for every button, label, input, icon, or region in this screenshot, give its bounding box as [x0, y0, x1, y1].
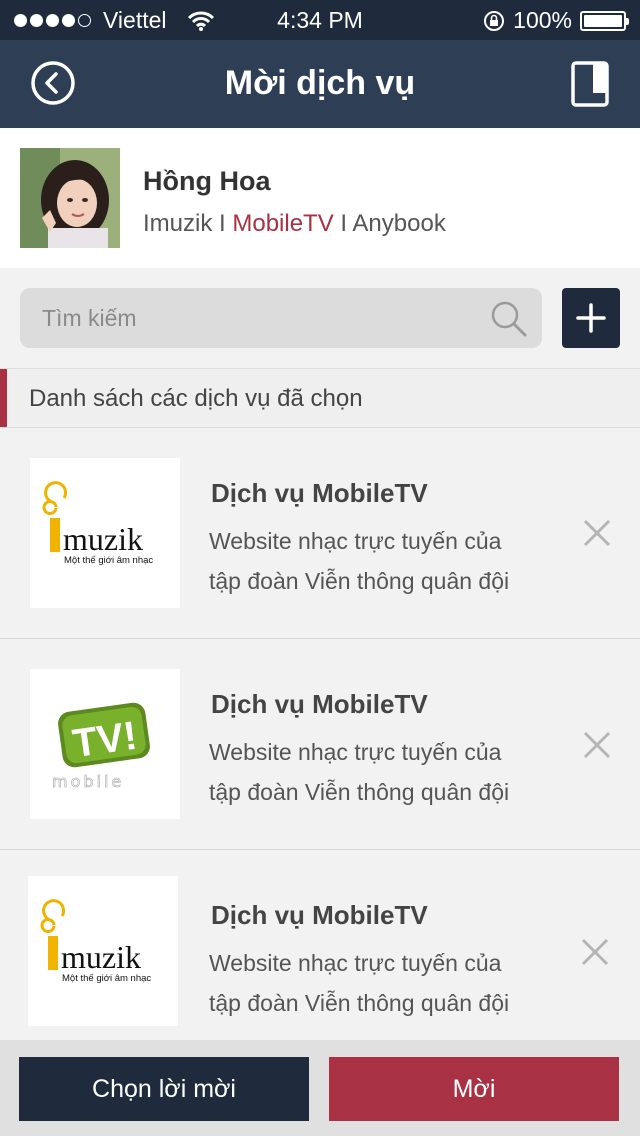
svg-text:Một thế giới âm nhạc: Một thế giới âm nhạc [64, 555, 153, 566]
service-description: Website nhạc trực tuyến của tập đoàn Viễ… [209, 950, 510, 1016]
section-accent-bar [0, 369, 7, 427]
svg-text:Một thế giới âm nhạc: Một thế giới âm nhạc [62, 973, 151, 984]
svg-text:mobile: mobile [52, 772, 124, 791]
service-title: Dịch vụ MobileTV [211, 689, 428, 719]
service-title: Dịch vụ MobileTV [211, 900, 428, 930]
section-header: Danh sách các dịch vụ đã chọn [0, 368, 640, 428]
search-input[interactable] [20, 288, 480, 348]
nav-bar: Mời dịch vụ [0, 40, 640, 128]
separator: I [212, 210, 233, 237]
page-title: Mời dịch vụ [224, 64, 416, 102]
plus-icon [576, 303, 606, 333]
battery-percent: 100% [513, 7, 572, 33]
choose-invitation-button[interactable]: Chọn lời mời [19, 1057, 309, 1121]
add-service-button[interactable] [562, 288, 620, 348]
invite-button[interactable]: Mời [329, 1057, 619, 1121]
service-link-imuzik[interactable]: Imuzik [143, 210, 212, 237]
svg-text:TV!: TV! [70, 714, 140, 767]
service-title: Dịch vụ MobileTV [211, 478, 428, 508]
status-bar: Viettel 4:34 PM 100% [0, 0, 640, 40]
profile-name: Hồng Hoa [143, 166, 271, 196]
search-icon[interactable] [490, 300, 528, 338]
search-box [20, 288, 542, 348]
profile-card: Hồng Hoa Imuzik I MobileTV I Anybook [0, 128, 640, 268]
close-icon[interactable] [580, 937, 610, 967]
rotation-lock-icon [484, 10, 505, 31]
close-icon[interactable] [582, 730, 612, 760]
avatar [20, 148, 120, 248]
service-link-mobiletv[interactable]: MobileTV [232, 210, 333, 237]
mobiletv-logo: TV! mobile [30, 669, 180, 819]
document-icon[interactable] [570, 60, 610, 108]
section-title: Danh sách các dịch vụ đã chọn [29, 385, 363, 412]
profile-services: Imuzik I MobileTV I Anybook [143, 210, 446, 238]
imuzik-logo: muzik Một thế giới âm nhạc [28, 876, 178, 1026]
bottom-action-bar: Chọn lời mời Mời [0, 1040, 640, 1136]
service-description: Website nhạc trực tuyến của tập đoàn Viễ… [209, 528, 510, 594]
separator: I [333, 210, 353, 237]
svg-text:muzik: muzik [61, 939, 141, 975]
service-link-anybook[interactable]: Anybook [352, 210, 445, 237]
list-item[interactable]: muzik Một thế giới âm nhạc Dịch vụ Mobil… [0, 850, 640, 1061]
svg-text:muzik: muzik [63, 521, 143, 557]
list-item[interactable]: muzik Một thế giới âm nhạc Dịch vụ Mobil… [0, 428, 640, 639]
imuzik-logo: muzik Một thế giới âm nhạc [30, 458, 180, 608]
service-description: Website nhạc trực tuyến của tập đoàn Viễ… [209, 739, 510, 805]
battery-icon [580, 10, 629, 31]
list-item[interactable]: TV! mobile Dịch vụ MobileTV Website nhạc… [0, 639, 640, 850]
close-icon[interactable] [582, 518, 612, 548]
